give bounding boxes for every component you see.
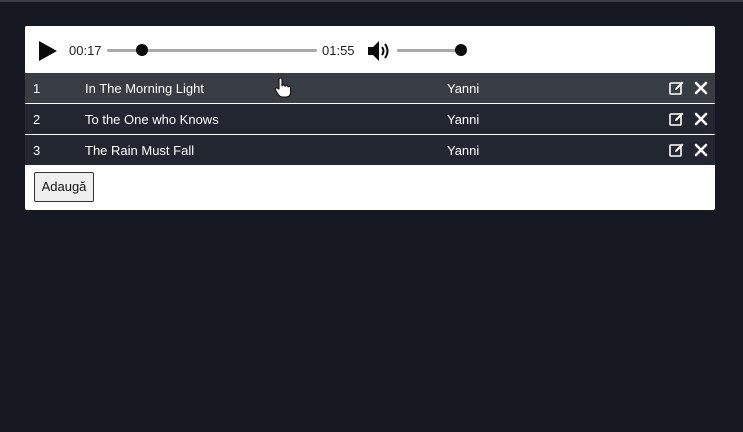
volume-icon[interactable] <box>367 40 393 62</box>
close-icon[interactable] <box>694 81 708 95</box>
audio-player: 00:17 01:55 <box>25 26 715 73</box>
edit-icon[interactable] <box>669 80 685 96</box>
window-top-border <box>0 0 743 2</box>
seek-slider[interactable] <box>107 44 317 56</box>
playlist-row[interactable]: 1 In The Morning Light Yanni <box>25 73 715 104</box>
track-number: 1 <box>33 81 41 96</box>
track-title: In The Morning Light <box>85 81 204 96</box>
track-artist: Yanni <box>447 143 480 158</box>
volume-slider[interactable] <box>397 44 467 56</box>
music-player-panel: 00:17 01:55 1 In The Morning Light Yanni <box>25 26 715 210</box>
track-number: 2 <box>33 112 41 127</box>
volume-thumb[interactable] <box>455 44 467 56</box>
edit-icon[interactable] <box>669 111 685 127</box>
playlist-table: 1 In The Morning Light Yanni 2 To the On… <box>25 73 715 166</box>
close-icon[interactable] <box>694 112 708 126</box>
track-title: To the One who Knows <box>85 112 219 127</box>
seek-thumb[interactable] <box>136 44 148 56</box>
edit-icon[interactable] <box>669 142 685 158</box>
playlist-row[interactable]: 3 The Rain Must Fall Yanni <box>25 135 715 166</box>
play-icon[interactable] <box>37 40 59 62</box>
track-artist: Yanni <box>447 81 480 96</box>
current-time: 00:17 <box>69 43 102 58</box>
track-number: 3 <box>33 143 41 158</box>
add-button[interactable]: Adaugă <box>34 172 94 202</box>
hand-cursor-icon <box>274 77 292 98</box>
track-artist: Yanni <box>447 112 480 127</box>
close-icon[interactable] <box>694 143 708 157</box>
duration: 01:55 <box>322 43 355 58</box>
playlist-row[interactable]: 2 To the One who Knows Yanni <box>25 104 715 135</box>
track-title: The Rain Must Fall <box>85 143 195 158</box>
